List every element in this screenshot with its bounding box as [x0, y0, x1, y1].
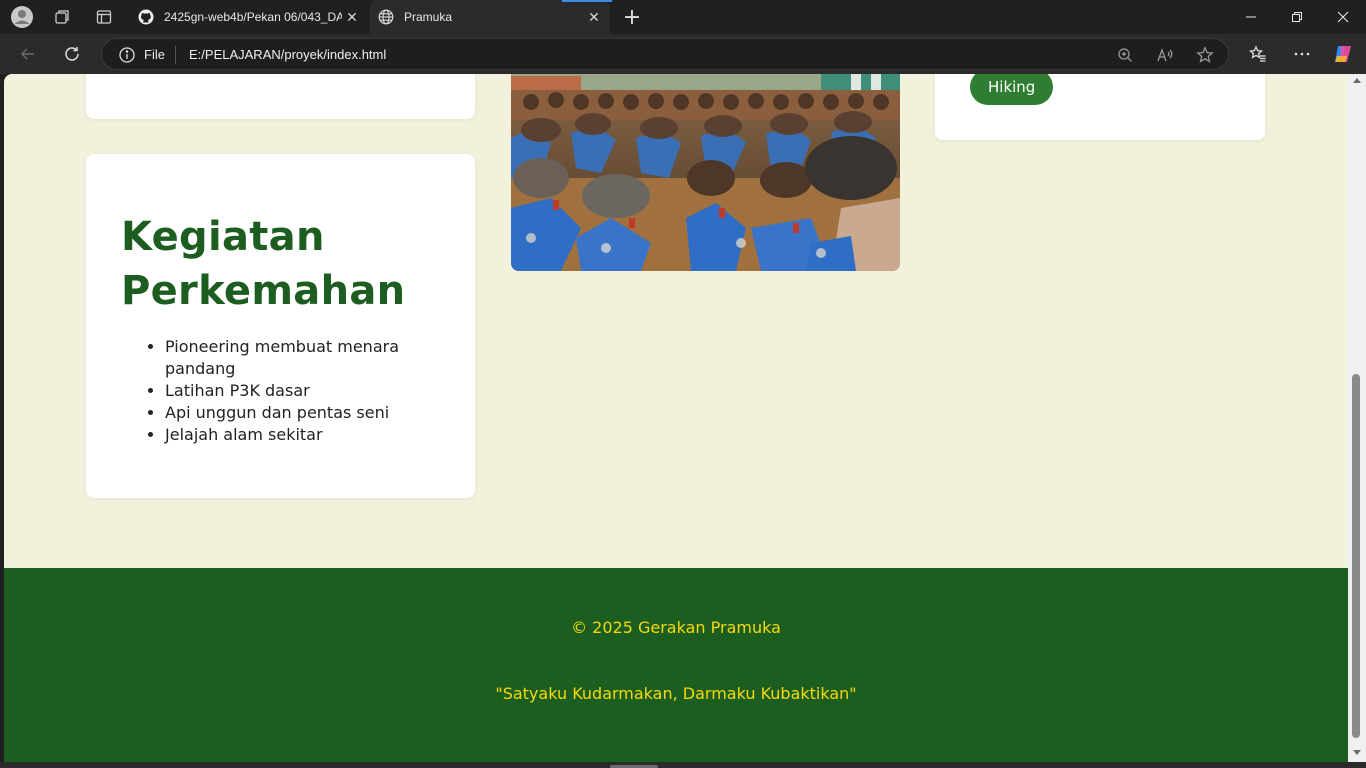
url-text[interactable]: E:/PELAJARAN/proyek/index.html	[189, 47, 386, 62]
scouts-photo	[511, 74, 900, 271]
copilot-icon[interactable]	[1331, 42, 1355, 66]
camp-activities-card: Kegiatan Perkemahan Pioneering membuat m…	[86, 154, 475, 498]
divider	[175, 46, 176, 64]
info-card	[86, 74, 475, 119]
info-icon[interactable]	[118, 46, 136, 68]
footer-motto: "Satyaku Kudarmakan, Darmaku Kubaktikan"	[495, 684, 857, 703]
favorites-icon[interactable]	[1246, 42, 1270, 66]
window-bottom-edge	[0, 762, 1366, 768]
card-heading-line: Kegiatan	[121, 214, 325, 260]
tab-title: Pramuka	[404, 10, 453, 24]
close-tab-icon[interactable]: ✕	[586, 9, 602, 25]
page-footer: © 2025 Gerakan Pramuka "Satyaku Kudarmak…	[4, 568, 1348, 762]
scroll-down-arrow-icon[interactable]	[1353, 750, 1361, 755]
list-item: Api unggun dan pentas seni	[165, 402, 445, 424]
card-heading-line: Perkemahan	[121, 268, 406, 314]
profile-avatar-icon[interactable]	[10, 5, 34, 29]
tab-pramuka[interactable]: Pramuka ✕	[370, 0, 612, 34]
globe-icon	[378, 9, 394, 25]
page-viewport: Kegiatan Perkemahan Pioneering membuat m…	[4, 74, 1348, 762]
hiking-tag[interactable]: Hiking	[970, 74, 1054, 105]
more-options-icon[interactable]	[1290, 42, 1314, 66]
card-heading: Kegiatan Perkemahan	[121, 210, 405, 318]
back-arrow-icon[interactable]	[16, 42, 40, 66]
browser-tab-bar: 2425gn-web4b/Pekan 06/043_DA ✕ Pramuka ✕…	[0, 0, 1366, 34]
close-window-icon[interactable]	[1320, 0, 1366, 34]
minimize-icon[interactable]	[1228, 0, 1274, 34]
footer-copyright: © 2025 Gerakan Pramuka	[571, 618, 781, 637]
read-aloud-icon[interactable]	[1156, 46, 1174, 64]
favorite-star-icon[interactable]	[1196, 46, 1214, 64]
scroll-up-arrow-icon[interactable]	[1353, 78, 1361, 83]
list-item: Pioneering membuat menara pandang	[165, 336, 445, 380]
close-tab-icon[interactable]: ✕	[344, 9, 360, 25]
address-toolbar: File E:/PELAJARAN/proyek/index.html	[0, 34, 1366, 74]
refresh-icon[interactable]	[60, 42, 84, 66]
address-bar[interactable]: File E:/PELAJARAN/proyek/index.html	[101, 38, 1229, 70]
tab-github[interactable]: 2425gn-web4b/Pekan 06/043_DA ✕	[132, 0, 368, 34]
restore-icon[interactable]	[1274, 0, 1320, 34]
collections-icon[interactable]	[50, 5, 74, 29]
list-item: Jelajah alam sekitar	[165, 424, 445, 446]
github-icon	[138, 9, 154, 25]
scrollbar-thumb[interactable]	[1352, 374, 1360, 738]
vertical-scrollbar[interactable]	[1348, 74, 1366, 762]
list-item: Latihan P3K dasar	[165, 380, 445, 402]
new-tab-button[interactable]: +	[620, 5, 644, 30]
tab-title: 2425gn-web4b/Pekan 06/043_DA	[164, 10, 342, 24]
activity-list: Pioneering membuat menara pandang Latiha…	[165, 336, 445, 446]
tags-card: Hiking	[935, 74, 1265, 140]
vertical-tabs-icon[interactable]	[92, 5, 116, 29]
zoom-icon[interactable]	[1116, 46, 1134, 64]
scheme-label: File	[144, 47, 165, 62]
